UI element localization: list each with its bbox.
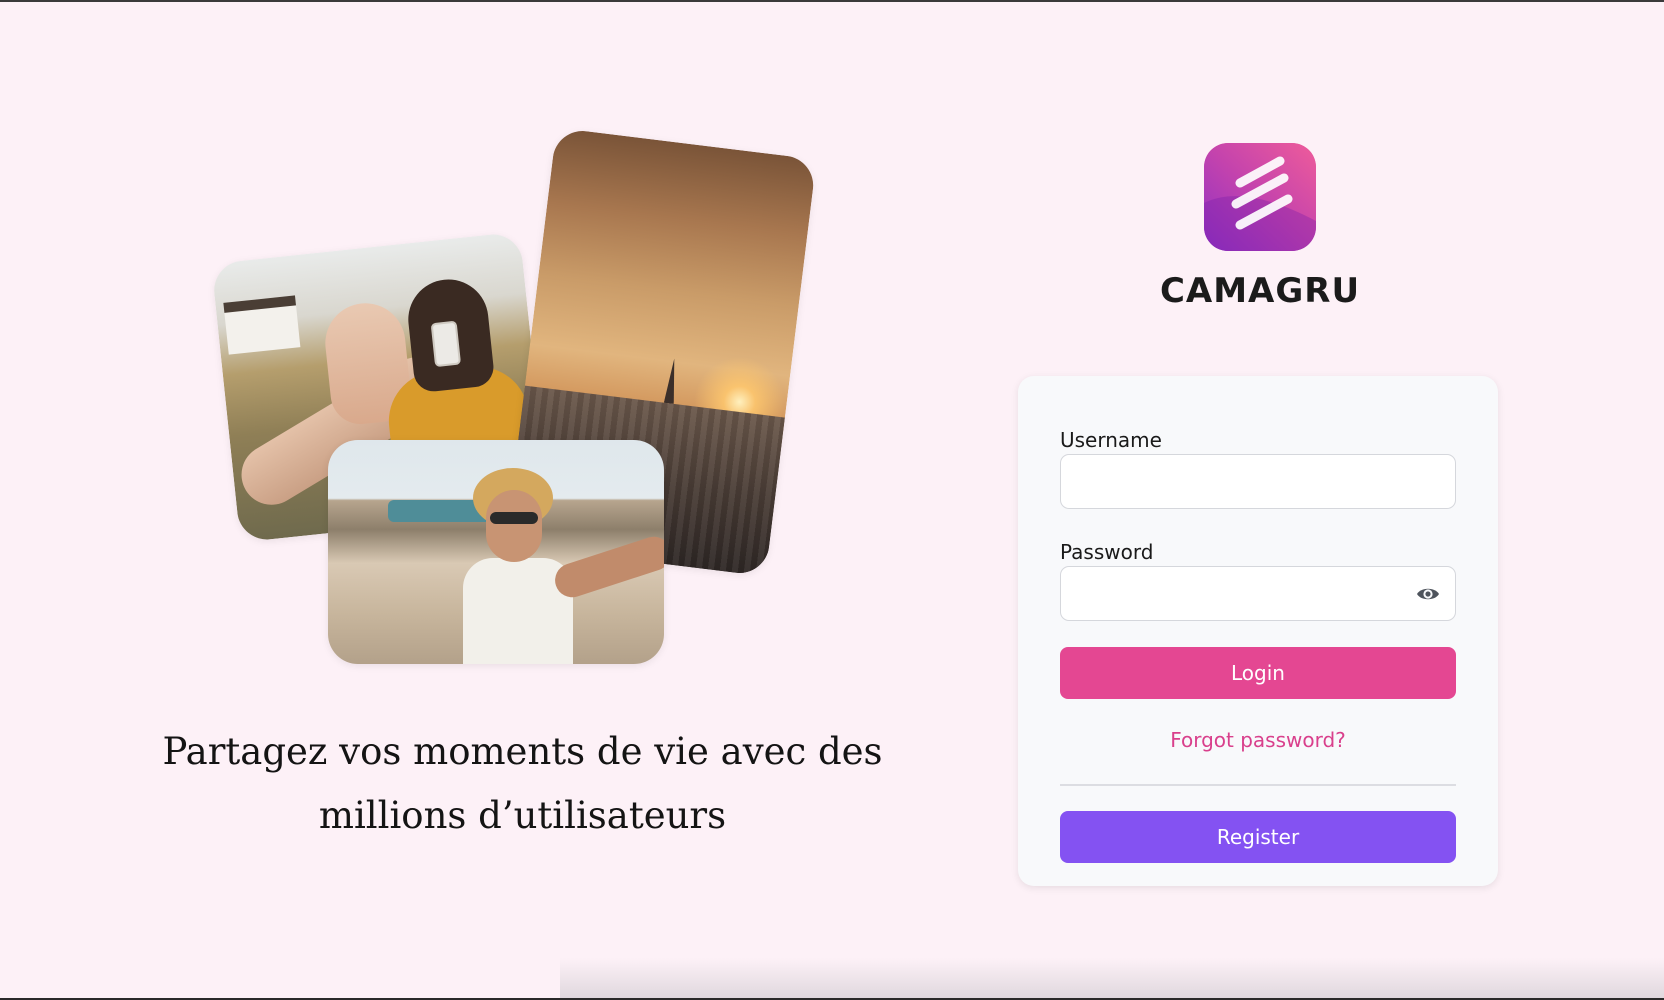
forgot-password-link[interactable]: Forgot password? <box>1060 728 1456 752</box>
login-page: Partagez vos moments de vie avec des mil… <box>0 0 1664 1000</box>
divider <box>1060 784 1456 786</box>
tagline: Partagez vos moments de vie avec des mil… <box>120 720 925 848</box>
brand-name: CAMAGRU <box>1159 271 1361 311</box>
bottom-shadow <box>560 958 1664 998</box>
register-button[interactable]: Register <box>1060 811 1456 863</box>
password-input[interactable] <box>1060 566 1456 621</box>
brand-logo: CAMAGRU <box>1120 137 1400 311</box>
beach-selfie-photo <box>328 440 664 664</box>
username-label: Username <box>1060 428 1162 452</box>
camagru-logo-icon <box>1204 143 1316 251</box>
eye-icon[interactable] <box>1416 584 1440 604</box>
password-label: Password <box>1060 540 1154 564</box>
username-input[interactable] <box>1060 454 1456 509</box>
tagline-line-1: Partagez vos moments de vie avec des <box>162 730 883 773</box>
login-button[interactable]: Login <box>1060 647 1456 699</box>
tagline-line-2: millions d’utilisateurs <box>318 794 727 837</box>
photo-collage <box>0 2 900 702</box>
login-card: Username Password Login Forgot password?… <box>1018 376 1498 886</box>
